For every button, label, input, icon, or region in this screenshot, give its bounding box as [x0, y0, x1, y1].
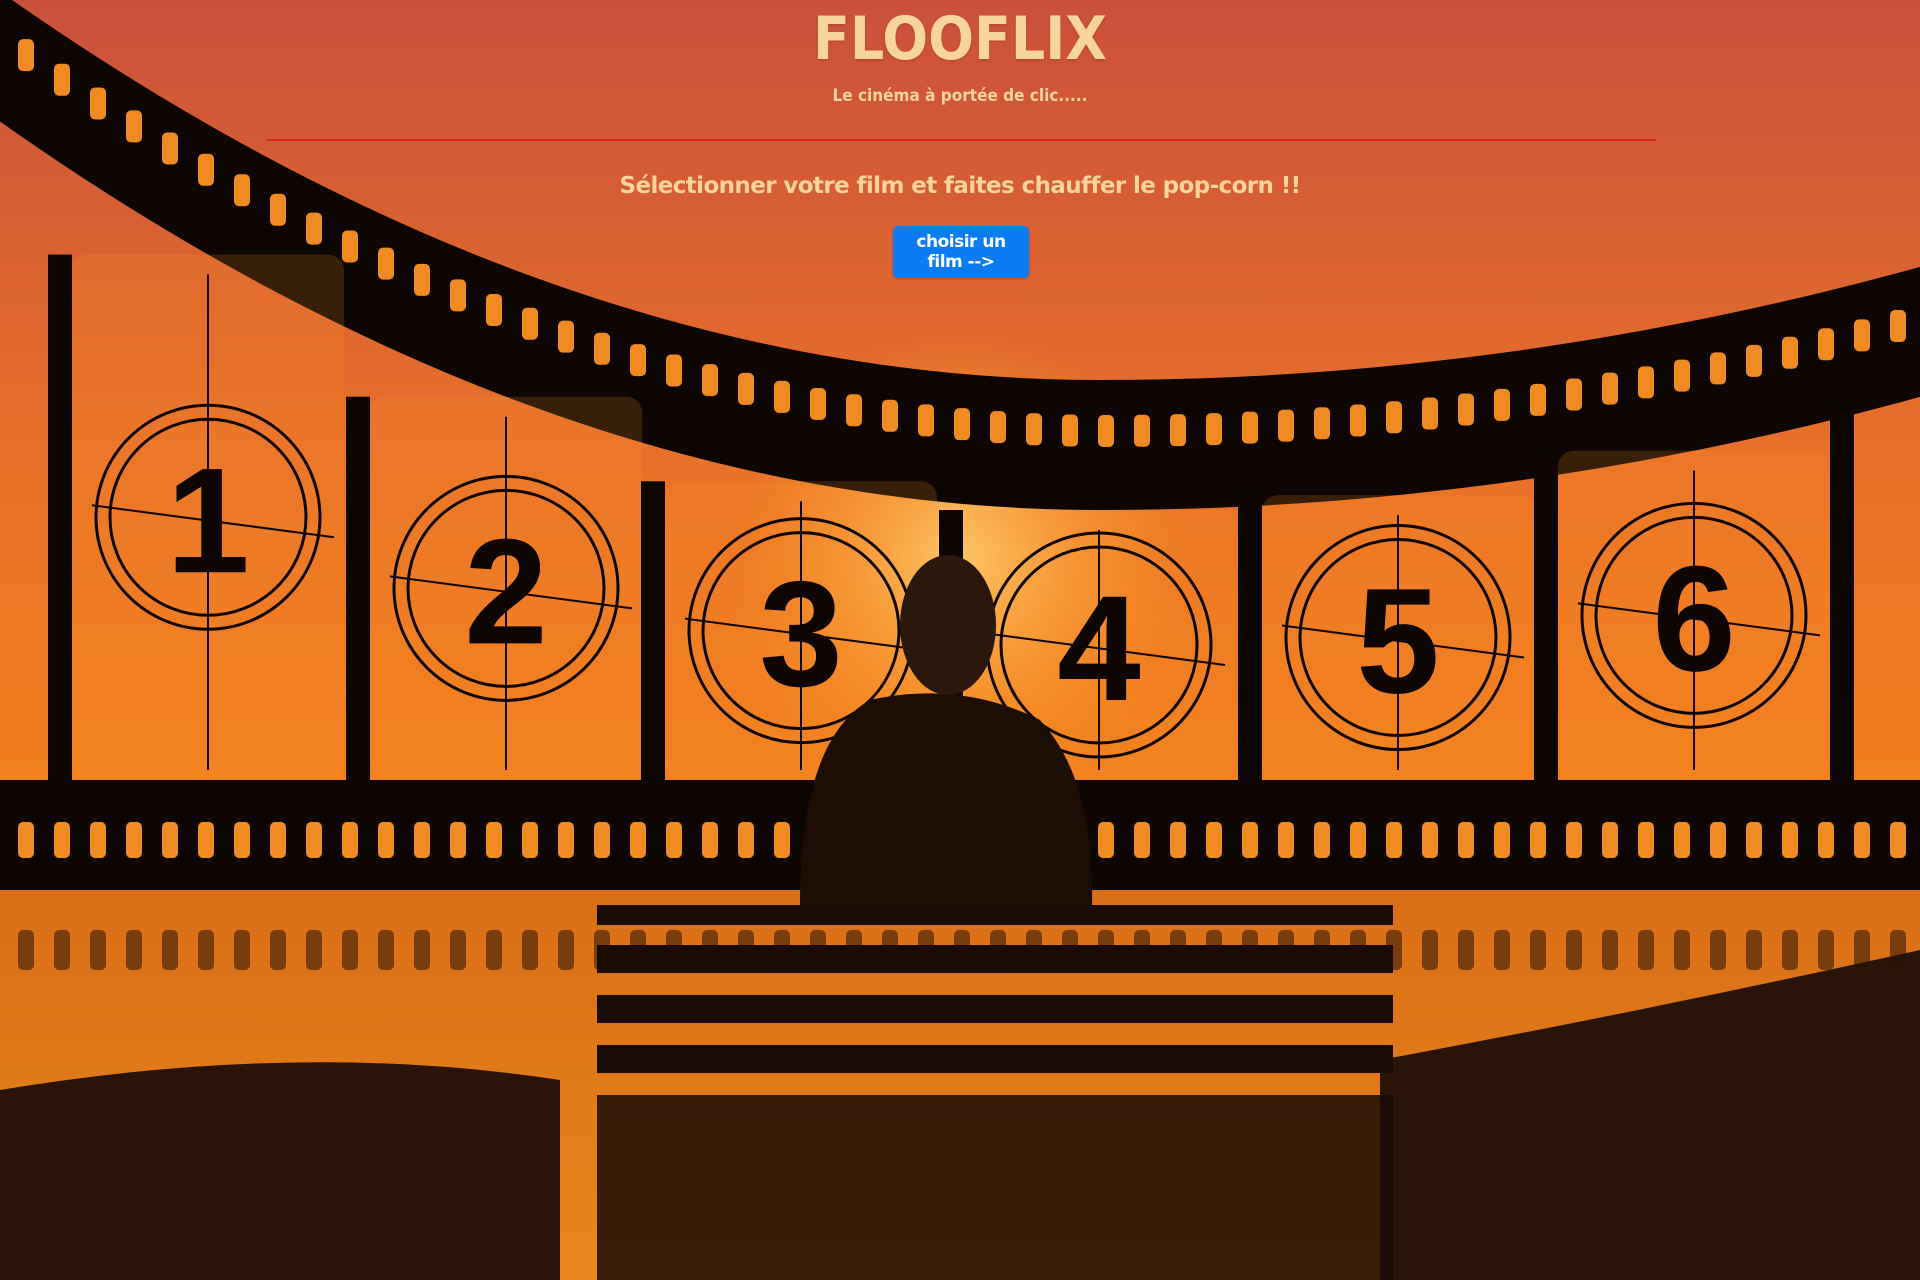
countdown-number-6: 6: [1652, 534, 1735, 702]
bench-backrest-top: [597, 905, 1393, 925]
countdown-number-5: 5: [1356, 557, 1439, 725]
countdown-number-1: 1: [166, 436, 249, 604]
choose-film-button[interactable]: choisir un film -->: [893, 226, 1029, 278]
shore-left: [0, 1062, 560, 1280]
bench-seat: [597, 1095, 1393, 1280]
countdown-frame-6: 6: [1534, 450, 1830, 780]
countdown-frame-1: 1: [48, 254, 344, 781]
cinema-background: 1 2 3 4 5 6: [0, 0, 1920, 1280]
countdown-frame-5: 5: [1238, 495, 1534, 780]
countdown-frame-2: 2: [346, 396, 642, 780]
person-head: [900, 555, 996, 695]
countdown-number-2: 2: [464, 507, 547, 675]
countdown-number-4: 4: [1057, 564, 1140, 732]
countdown-number-3: 3: [759, 550, 842, 718]
